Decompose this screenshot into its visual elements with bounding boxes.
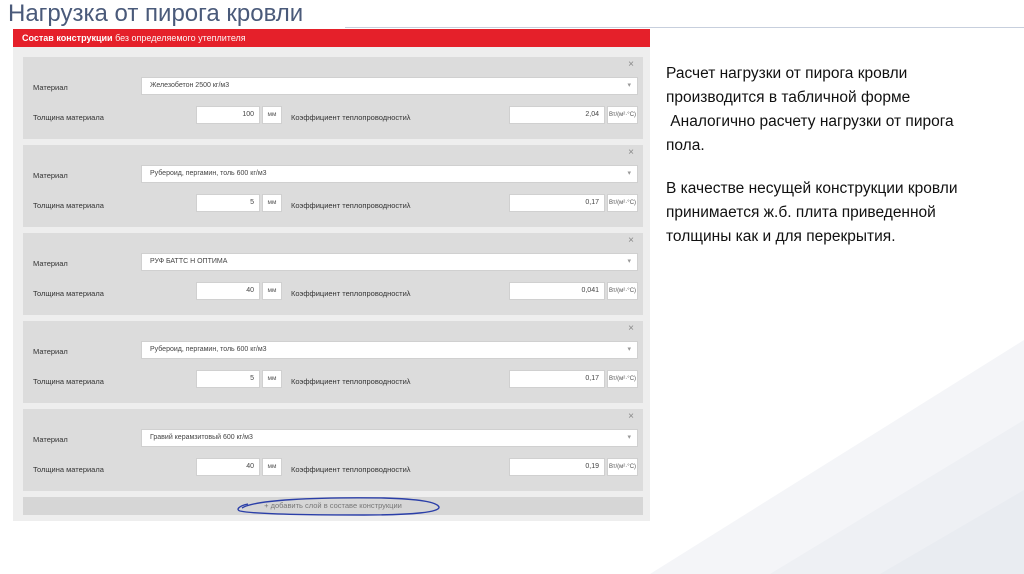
- thickness-label: Толщина материала: [33, 465, 104, 474]
- annotation-oval: [237, 497, 440, 516]
- description-line: Расчет нагрузки от пирога кровли: [666, 65, 908, 82]
- construction-panel: Состав конструкции без определяемого уте…: [13, 29, 650, 521]
- close-icon[interactable]: ×: [628, 411, 634, 423]
- thickness-unit: мм: [262, 370, 282, 388]
- material-select[interactable]: РУФ БАТТС Н ОПТИМА ▾: [141, 253, 638, 271]
- conductivity-input[interactable]: 0,17: [509, 370, 605, 388]
- conductivity-unit: Вт/(м²·°С): [607, 106, 638, 124]
- chevron-down-icon: ▾: [627, 82, 631, 89]
- description-line: толщины как и для перекрытия.: [666, 228, 896, 245]
- material-label: Материал: [33, 435, 68, 444]
- layer-row: × Материал Рубероид, пергамин, толь 600 …: [23, 145, 643, 227]
- description-line: В качестве несущей конструкции кровли: [666, 180, 958, 197]
- description-paragraph-2: В качестве несущей конструкции кровли пр…: [666, 177, 1011, 249]
- material-label: Материал: [33, 259, 68, 268]
- material-value: Гравий керамзитовый 600 кг/м3: [150, 434, 253, 441]
- layer-row: × Материал Железобетон 2500 кг/м3 ▾ Толщи…: [23, 57, 643, 139]
- thickness-unit: мм: [262, 106, 282, 124]
- close-icon[interactable]: ×: [628, 147, 634, 159]
- description-line: производится в табличной форме: [666, 89, 911, 106]
- chevron-down-icon: ▾: [627, 434, 631, 441]
- description-paragraph-1: Расчет нагрузки от пирога кровли произво…: [666, 62, 1011, 158]
- material-label: Материал: [33, 171, 68, 180]
- material-select[interactable]: Гравий керамзитовый 600 кг/м3 ▾: [141, 429, 638, 447]
- description-line: принимается ж.б. плита приведенной: [666, 204, 936, 221]
- background-decoration: [650, 340, 1024, 574]
- panel-header-title: Состав конструкции: [22, 33, 113, 43]
- thickness-label: Толщина материала: [33, 201, 104, 210]
- material-label: Материал: [33, 347, 68, 356]
- chevron-down-icon: ▾: [627, 258, 631, 265]
- material-select[interactable]: Рубероид, пергамин, толь 600 кг/м3 ▾: [141, 165, 638, 183]
- thickness-label: Толщина материала: [33, 113, 104, 122]
- thickness-unit: мм: [262, 458, 282, 476]
- thickness-unit: мм: [262, 194, 282, 212]
- conductivity-label: Коэффициент теплопроводностиλ: [291, 289, 411, 298]
- thickness-input[interactable]: 100: [196, 106, 260, 124]
- material-value: Железобетон 2500 кг/м3: [150, 82, 230, 89]
- layer-row: × Материал РУФ БАТТС Н ОПТИМА ▾ Толщина м…: [23, 233, 643, 315]
- material-select[interactable]: Рубероид, пергамин, толь 600 кг/м3 ▾: [141, 341, 638, 359]
- thickness-label: Толщина материала: [33, 289, 104, 298]
- description-line: пола.: [666, 137, 705, 154]
- close-icon[interactable]: ×: [628, 235, 634, 247]
- layer-row: × Материал Рубероид, пергамин, толь 600 …: [23, 321, 643, 403]
- chevron-down-icon: ▾: [627, 170, 631, 177]
- chevron-down-icon: ▾: [627, 346, 631, 353]
- thickness-input[interactable]: 5: [196, 370, 260, 388]
- thickness-label: Толщина материала: [33, 377, 104, 386]
- slide-title: Нагрузка от пирога кровли: [8, 0, 304, 27]
- conductivity-unit: Вт/(м²·°С): [607, 194, 638, 212]
- conductivity-input[interactable]: 2,04: [509, 106, 605, 124]
- conductivity-input[interactable]: 0,17: [509, 194, 605, 212]
- conductivity-input[interactable]: 0,041: [509, 282, 605, 300]
- description-line: Аналогично расчету нагрузки от пирога: [666, 113, 954, 130]
- thickness-input[interactable]: 40: [196, 282, 260, 300]
- close-icon[interactable]: ×: [628, 323, 634, 335]
- conductivity-label: Коэффициент теплопроводностиλ: [291, 113, 411, 122]
- close-icon[interactable]: ×: [628, 59, 634, 71]
- conductivity-label: Коэффициент теплопроводностиλ: [291, 377, 411, 386]
- material-label: Материал: [33, 83, 68, 92]
- thickness-input[interactable]: 40: [196, 458, 260, 476]
- material-select[interactable]: Железобетон 2500 кг/м3 ▾: [141, 77, 638, 95]
- layer-row: × Материал Гравий керамзитовый 600 кг/м3…: [23, 409, 643, 491]
- conductivity-unit: Вт/(м²·°С): [607, 458, 638, 476]
- panel-header-subtitle: без определяемого утеплителя: [112, 33, 246, 43]
- conductivity-unit: Вт/(м²·°С): [607, 282, 638, 300]
- conductivity-input[interactable]: 0,19: [509, 458, 605, 476]
- material-value: Рубероид, пергамин, толь 600 кг/м3: [150, 346, 267, 353]
- conductivity-label: Коэффициент теплопроводностиλ: [291, 201, 411, 210]
- thickness-unit: мм: [262, 282, 282, 300]
- panel-header: Состав конструкции без определяемого уте…: [13, 29, 650, 47]
- conductivity-label: Коэффициент теплопроводностиλ: [291, 465, 411, 474]
- thickness-input[interactable]: 5: [196, 194, 260, 212]
- material-value: Рубероид, пергамин, толь 600 кг/м3: [150, 170, 267, 177]
- material-value: РУФ БАТТС Н ОПТИМА: [150, 258, 228, 265]
- title-divider: [345, 27, 1024, 28]
- conductivity-unit: Вт/(м²·°С): [607, 370, 638, 388]
